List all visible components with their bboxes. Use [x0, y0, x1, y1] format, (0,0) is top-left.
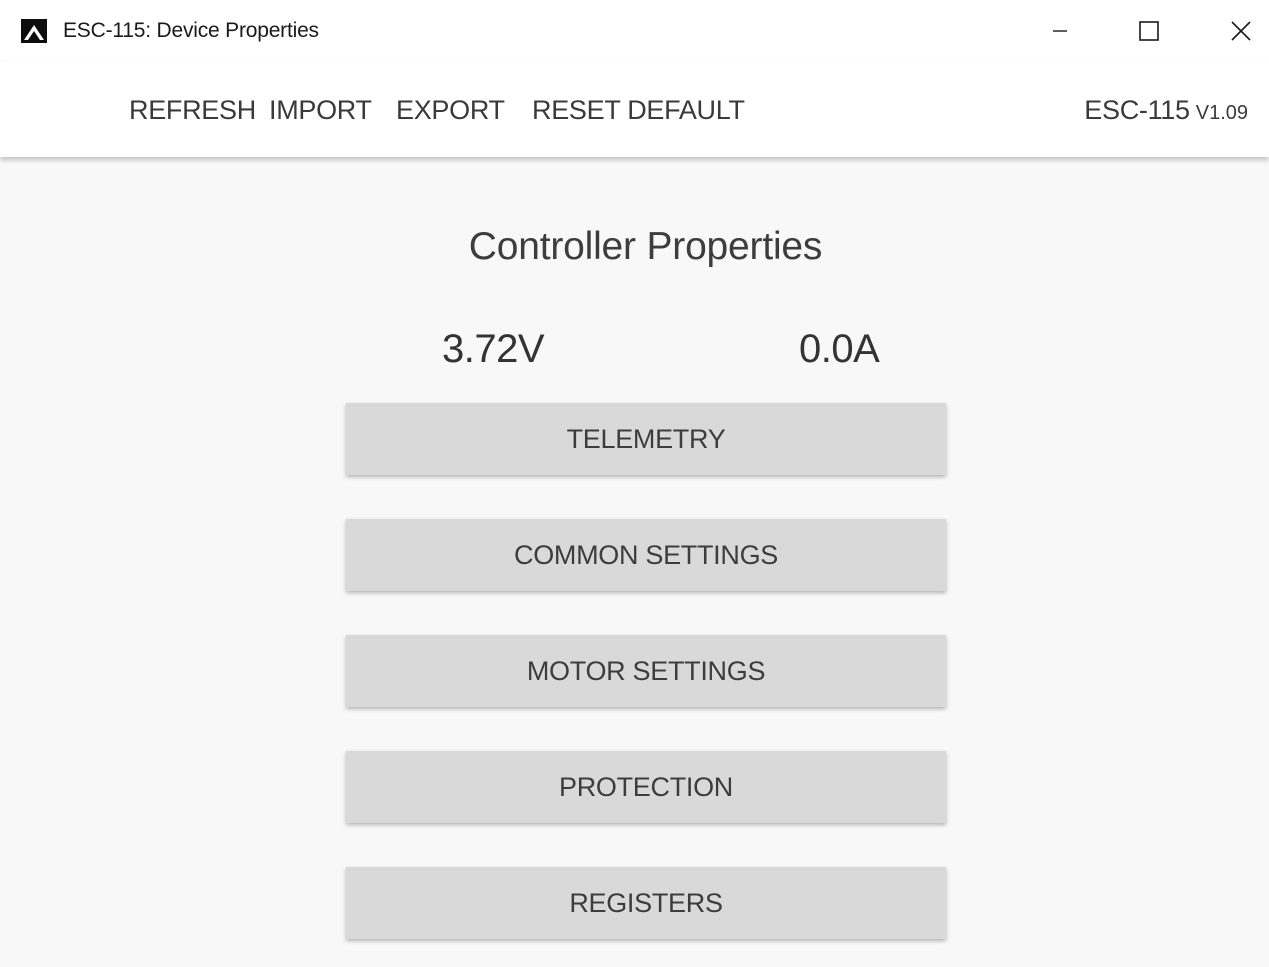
window-title: ESC-115: Device Properties — [63, 19, 319, 42]
reset-default-button[interactable]: RESET DEFAULT — [532, 92, 745, 128]
minimize-icon — [1053, 30, 1067, 32]
current-reading: 0.0A — [799, 327, 880, 371]
refresh-button[interactable]: REFRESH — [129, 92, 256, 128]
maximize-button[interactable] — [1129, 14, 1169, 48]
app-logo-icon — [21, 19, 47, 43]
telemetry-button[interactable]: TELEMETRY — [346, 403, 946, 475]
title-bar: ESC-115: Device Properties — [0, 0, 1269, 62]
close-icon — [1231, 21, 1251, 41]
device-version: V1.09 — [1195, 102, 1248, 124]
device-label: ESC-115 V1.09 — [1084, 92, 1248, 128]
registers-button[interactable]: REGISTERS — [346, 867, 946, 939]
voltage-reading: 3.72V — [442, 327, 545, 371]
device-name: ESC-115 — [1084, 95, 1190, 125]
minimize-button[interactable] — [1040, 14, 1080, 48]
import-button[interactable]: IMPORT — [269, 92, 372, 128]
close-button[interactable] — [1221, 14, 1261, 48]
app-window: ESC-115: Device Properties REFRESH IMPOR… — [0, 0, 1269, 967]
common-settings-button[interactable]: COMMON SETTINGS — [346, 519, 946, 591]
export-button[interactable]: EXPORT — [396, 92, 505, 128]
main-content: Controller Properties 3.72V 0.0A TELEMET… — [0, 157, 1269, 967]
protection-button[interactable]: PROTECTION — [346, 751, 946, 823]
page-title: Controller Properties — [468, 225, 823, 268]
motor-settings-button[interactable]: MOTOR SETTINGS — [346, 635, 946, 707]
maximize-icon — [1139, 21, 1159, 41]
toolbar: REFRESH IMPORT EXPORT RESET DEFAULT ESC-… — [0, 62, 1269, 157]
